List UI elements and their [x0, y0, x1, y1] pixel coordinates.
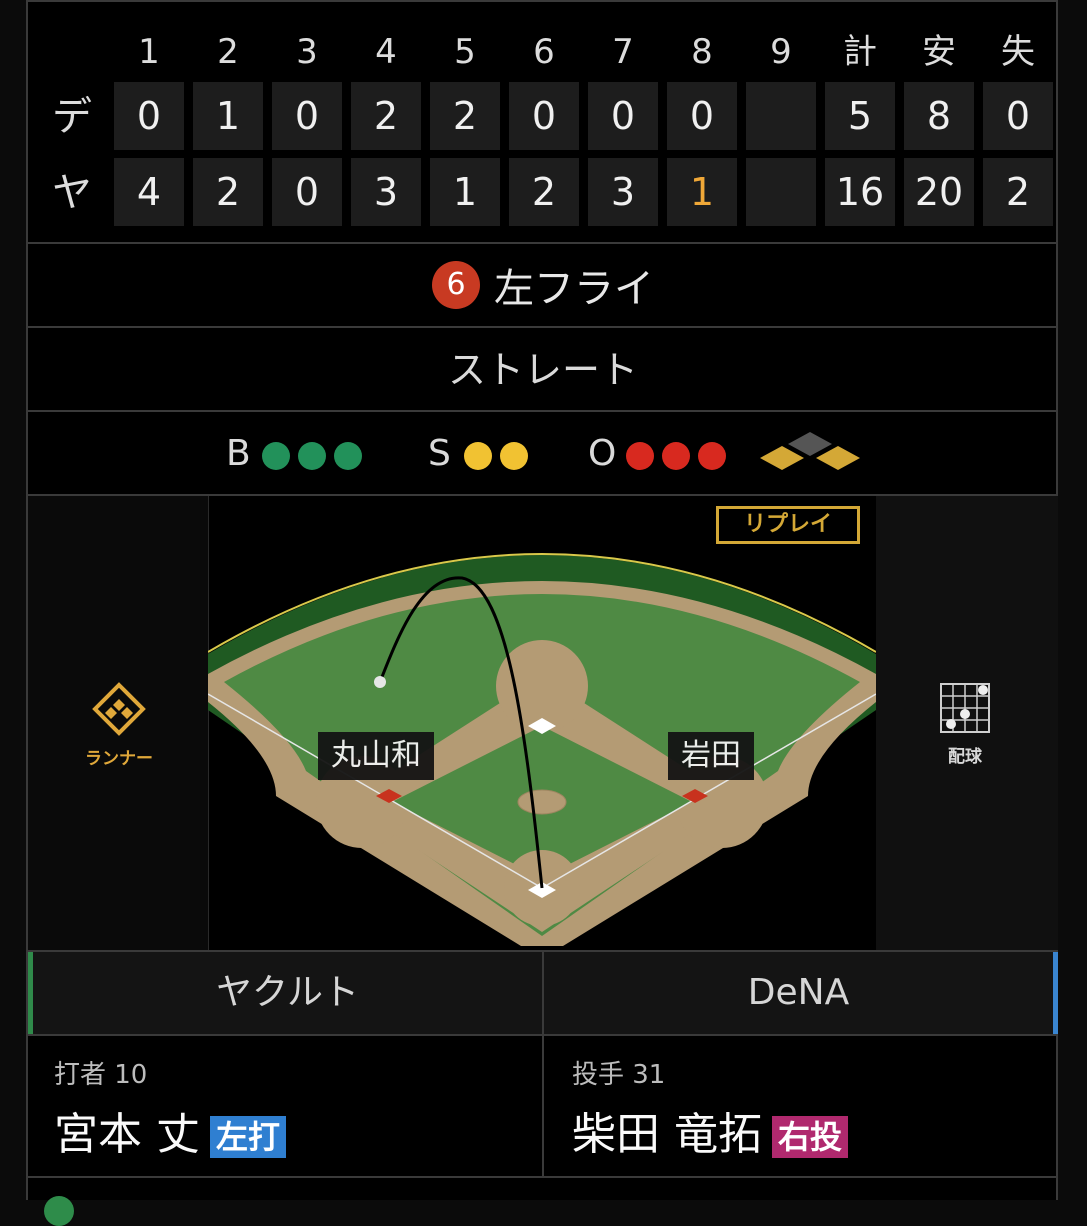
pitch-chart-label: 配球 — [948, 747, 982, 767]
score-cell: 3 — [351, 158, 421, 226]
count-row: B S O — [28, 412, 1058, 496]
ball-dot — [262, 442, 290, 470]
score-cell: 5 — [825, 82, 895, 150]
ball-dot — [298, 442, 326, 470]
outs-label: O — [588, 433, 617, 474]
pitcher-name-line: 柴田 竜拓 右投 — [572, 1098, 849, 1162]
score-cell: 0 — [983, 82, 1053, 150]
score-cell: 2 — [193, 158, 263, 226]
fielder-tag-right: 岩田 — [668, 732, 754, 780]
column-header: 5 — [454, 32, 476, 72]
play-result-text: 左フライ — [494, 266, 654, 312]
score-cell: 2 — [983, 158, 1053, 226]
score-cell: 20 — [904, 158, 974, 226]
scoreboard: 123456789計安失 デ ヤ 0 1 0 2 2 0 0 0 5 8 0 4 2 0 3 1 2 3 1 16 20… — [28, 0, 1058, 244]
bases-diamond-icon — [760, 432, 860, 470]
column-header: 4 — [375, 32, 397, 72]
replay-button[interactable]: リプレイ — [716, 506, 860, 544]
score-cell — [746, 82, 816, 150]
score-cell: 2 — [351, 82, 421, 150]
runner-button[interactable]: ランナー — [74, 682, 164, 769]
next-section-edge — [28, 1178, 1058, 1226]
column-header: 計 — [843, 32, 877, 72]
status-dot — [44, 1196, 74, 1226]
score-cell — [746, 158, 816, 226]
column-header: 6 — [533, 32, 555, 72]
column-header: 1 — [138, 32, 160, 72]
batter-name-line: 宮本 丈左打 — [54, 1098, 287, 1162]
game-detail-panel: 123456789計安失 デ ヤ 0 1 0 2 2 0 0 0 5 8 0 4 2 0 3 1 2 3 1 16 20… — [26, 0, 1058, 1226]
team-abbr-home: ヤ — [52, 170, 92, 216]
pitch-grid-icon — [940, 683, 990, 733]
field-view: ランナー リプレイ 丸山和 岩田 配球 — [28, 496, 1058, 952]
column-header: 失 — [1001, 32, 1035, 72]
pitcher-name: 柴田 竜拓 — [572, 1109, 762, 1160]
left-panel: ランナー — [28, 496, 209, 950]
out-dot — [698, 442, 726, 470]
score-cell: 4 — [114, 158, 184, 226]
batter-card[interactable]: 打者 10 宮本 丈左打 — [28, 1036, 544, 1176]
batter-name: 宮本 丈 — [54, 1109, 200, 1160]
ball-dot — [334, 442, 362, 470]
matchup: 打者 10 宮本 丈左打 投手 31 柴田 竜拓 右投 — [28, 1036, 1058, 1178]
score-cell: 1 — [430, 158, 500, 226]
fielder-tag-left: 丸山和 — [318, 732, 434, 780]
score-cell: 2 — [430, 82, 500, 150]
throwing-hand-badge: 右投 — [772, 1116, 849, 1158]
position-badge: 6 — [432, 261, 480, 309]
column-header: 2 — [217, 32, 239, 72]
batter-role: 打者 10 — [54, 1060, 148, 1090]
baseball-field — [208, 553, 876, 946]
score-cell: 0 — [272, 158, 342, 226]
score-cell: 2 — [509, 158, 579, 226]
team-tabs: ヤクルト DeNA — [28, 952, 1058, 1036]
column-header: 3 — [296, 32, 318, 72]
score-cell: 0 — [588, 82, 658, 150]
pitch-chart-button[interactable]: 配球 — [930, 682, 1000, 767]
pitcher-role: 投手 31 — [572, 1060, 666, 1090]
score-cell: 0 — [667, 82, 737, 150]
balls-label: B — [226, 433, 251, 474]
score-cell: 16 — [825, 158, 895, 226]
runner-label: ランナー — [85, 749, 153, 769]
tab-away-team[interactable]: DeNA — [544, 952, 1058, 1034]
strikes-label: S — [428, 433, 451, 474]
team-abbr-away: デ — [52, 94, 92, 140]
score-cell: 8 — [904, 82, 974, 150]
score-cell: 3 — [588, 158, 658, 226]
out-dot — [662, 442, 690, 470]
out-dot — [626, 442, 654, 470]
tab-home-team[interactable]: ヤクルト — [28, 952, 542, 1034]
play-result-row: 6 左フライ — [28, 244, 1058, 328]
score-cell: 0 — [114, 82, 184, 150]
column-header: 安 — [922, 32, 956, 72]
score-cell: 0 — [509, 82, 579, 150]
score-cell: 0 — [272, 82, 342, 150]
column-header: 9 — [770, 32, 792, 72]
strike-dot — [464, 442, 492, 470]
pitcher-card[interactable]: 投手 31 柴田 竜拓 右投 — [544, 1036, 1058, 1176]
score-cell: 1 — [193, 82, 263, 150]
strike-dot — [500, 442, 528, 470]
runner-diamond-icon — [92, 682, 146, 736]
column-header: 8 — [691, 32, 713, 72]
right-panel: 配球 — [876, 496, 1058, 950]
batting-hand-badge: 左打 — [210, 1116, 287, 1158]
pitch-type-text: ストレート — [447, 348, 638, 392]
score-cell: 1 — [667, 158, 737, 226]
pitch-type-row: ストレート — [28, 328, 1058, 412]
column-header: 7 — [612, 32, 634, 72]
